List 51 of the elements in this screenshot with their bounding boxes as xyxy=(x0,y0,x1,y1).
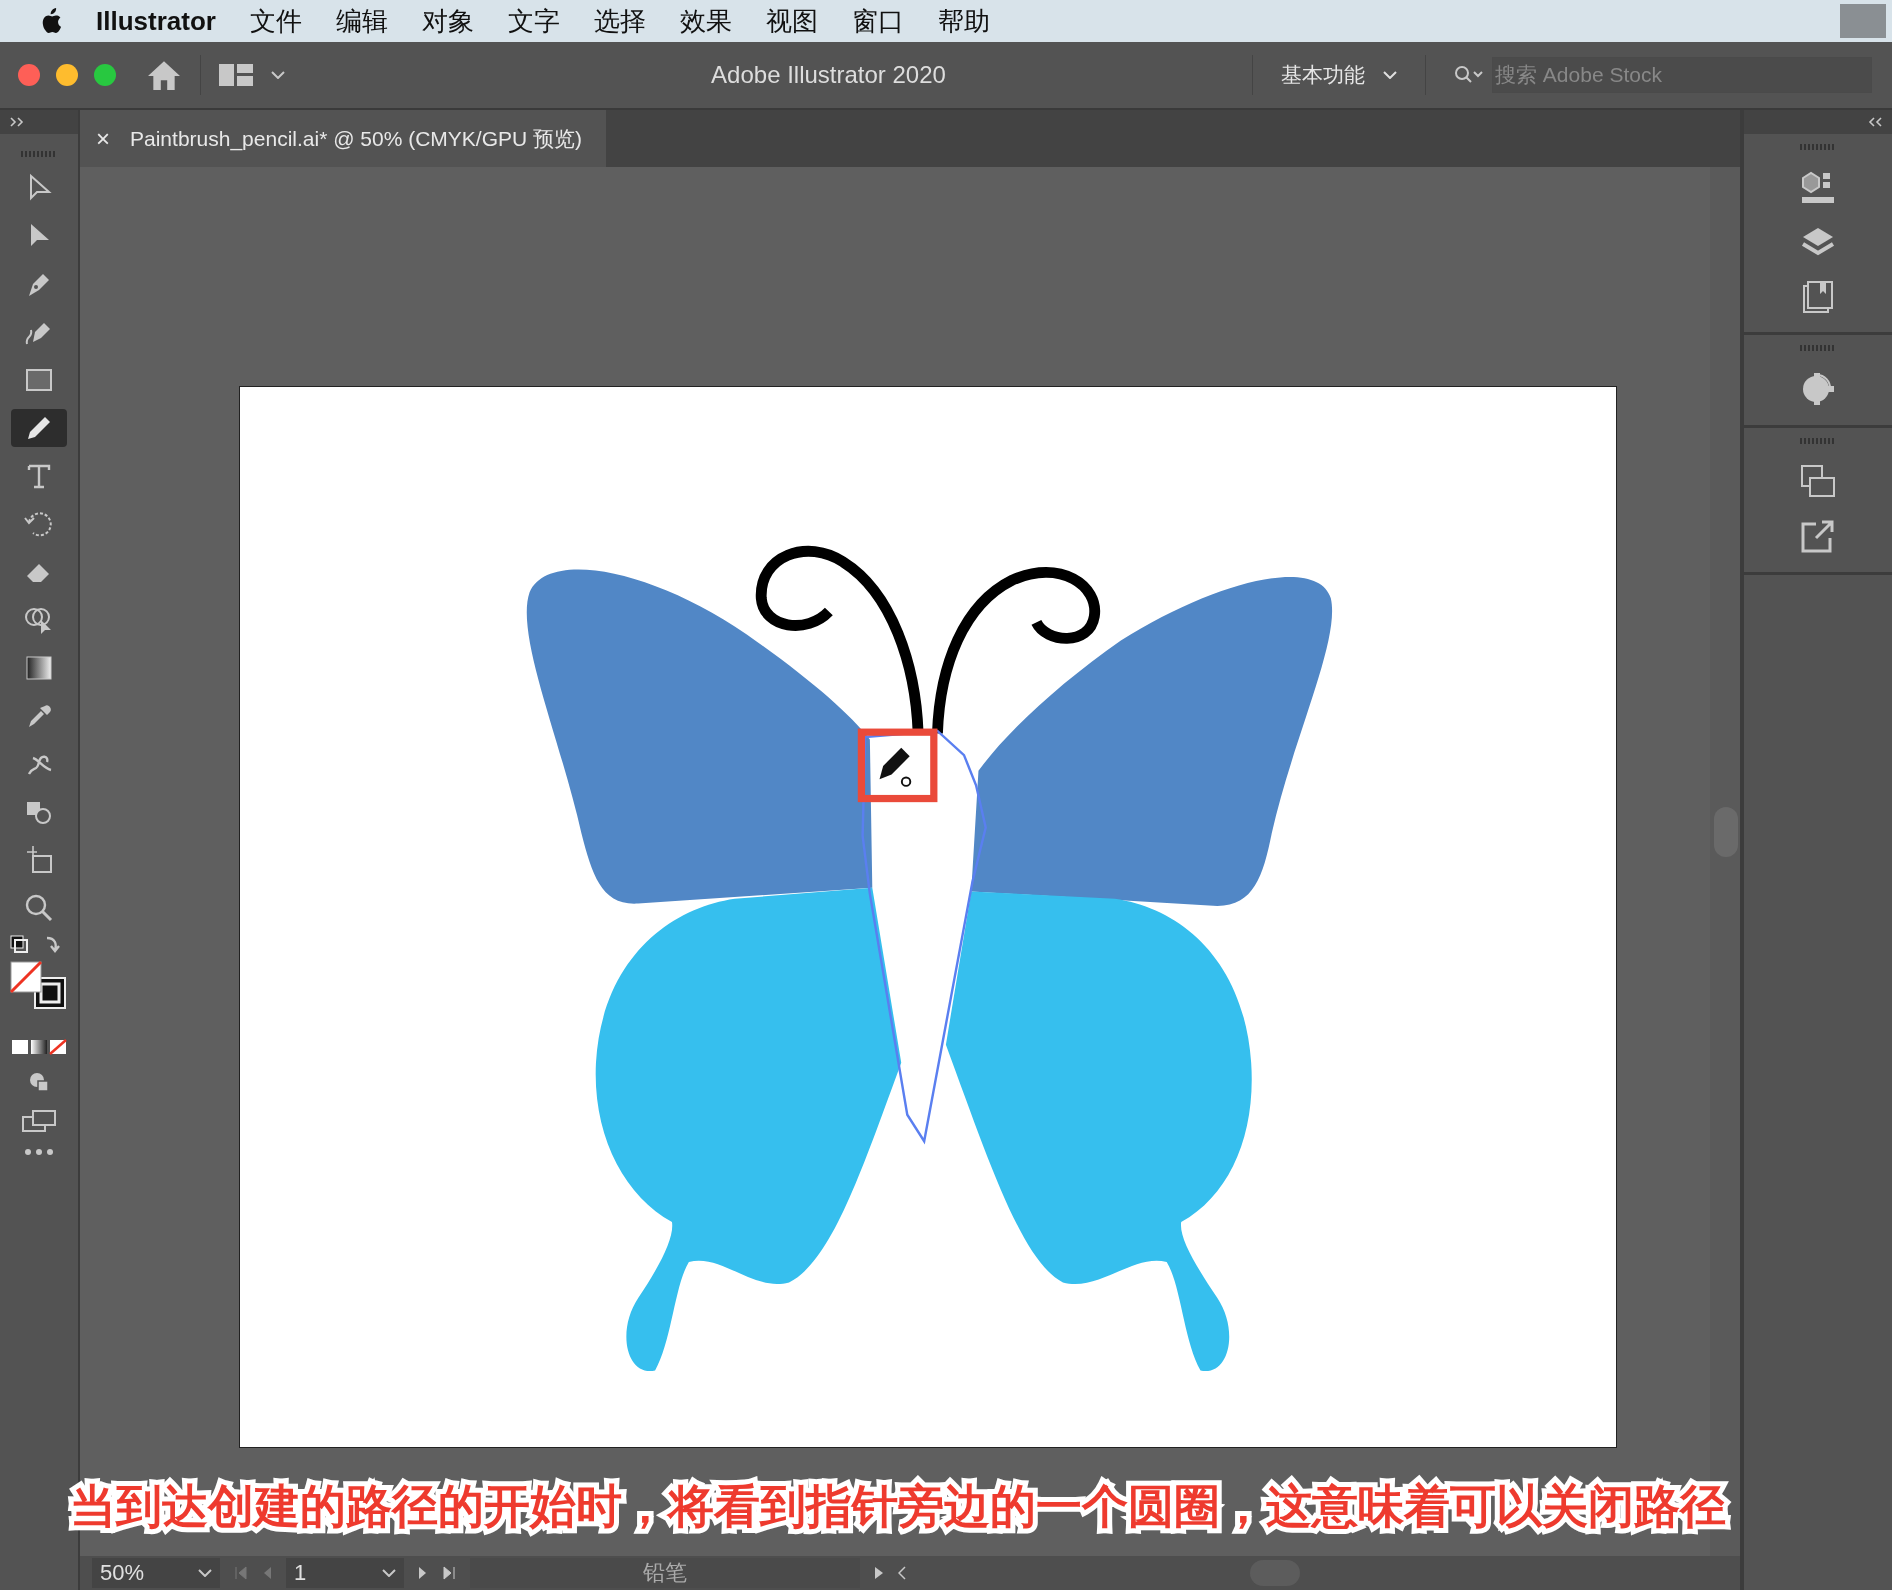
expand-panel-icon[interactable] xyxy=(10,117,24,127)
cube-library-icon[interactable] xyxy=(1800,170,1836,206)
grip-icon[interactable] xyxy=(21,151,57,157)
zoom-window-button[interactable] xyxy=(94,64,116,86)
export-icon[interactable] xyxy=(1800,518,1836,554)
current-tool-label[interactable]: 铅笔 xyxy=(470,1558,860,1588)
menu-item[interactable]: 效果 xyxy=(679,3,732,39)
menu-item[interactable]: 窗口 xyxy=(851,3,904,39)
next-page-icon[interactable] xyxy=(418,1566,428,1580)
menu-item[interactable]: 视图 xyxy=(765,3,818,39)
grip-icon[interactable] xyxy=(1800,438,1836,444)
chevron-left-icon[interactable] xyxy=(898,1566,906,1580)
grip-icon[interactable] xyxy=(1800,345,1836,351)
menu-item[interactable]: 文件 xyxy=(249,3,302,39)
screen-mode-icon[interactable] xyxy=(21,1109,57,1133)
apple-logo-icon[interactable] xyxy=(40,8,62,34)
last-page-icon[interactable] xyxy=(442,1566,456,1580)
app-menu[interactable]: Illustrator xyxy=(96,5,216,37)
document-title: Paintbrush_pencil.ai* @ 50% (CMYK/GPU 预览) xyxy=(130,125,582,153)
chevron-down-icon[interactable] xyxy=(382,1569,396,1577)
grip-icon[interactable] xyxy=(1800,144,1836,150)
draw-mode-icon[interactable] xyxy=(27,1070,51,1094)
collapse-panel-icon[interactable] xyxy=(1868,117,1882,127)
pencil-cursor-icon xyxy=(879,747,912,787)
layout-icon[interactable] xyxy=(219,64,253,86)
play-icon[interactable] xyxy=(874,1566,884,1580)
menu-item[interactable]: 文字 xyxy=(507,3,560,39)
menu-item[interactable]: 编辑 xyxy=(335,3,388,39)
page-field[interactable]: 1 xyxy=(286,1558,404,1588)
search-field[interactable]: 搜索 Adobe Stock xyxy=(1492,57,1872,93)
bookmark-pages-icon[interactable] xyxy=(1800,278,1836,314)
overlapping-squares-icon[interactable] xyxy=(1800,464,1836,500)
document-tab[interactable]: × Paintbrush_pencil.ai* @ 50% (CMYK/GPU 预览) xyxy=(80,110,606,167)
home-icon[interactable] xyxy=(146,59,182,91)
menu-item[interactable]: 对象 xyxy=(421,3,474,39)
color-mode-icon[interactable] xyxy=(11,1039,67,1055)
chevron-down-icon[interactable] xyxy=(198,1569,212,1577)
workspace-dropdown[interactable]: 基本功能 xyxy=(1271,61,1407,89)
window-title: Adobe Illustrator 2020 xyxy=(710,61,947,89)
tool-button[interactable] xyxy=(11,409,67,447)
chevron-down-icon xyxy=(1383,71,1397,79)
chevron-down-icon[interactable] xyxy=(271,71,285,79)
minimize-window-button[interactable] xyxy=(56,64,78,86)
menu-item[interactable]: 选择 xyxy=(593,3,646,39)
close-tab-button[interactable]: × xyxy=(96,124,110,153)
menu-item[interactable]: 帮助 xyxy=(937,3,990,39)
selected-path[interactable] xyxy=(861,729,987,1145)
close-window-button[interactable] xyxy=(18,64,40,86)
more-icon[interactable] xyxy=(24,1148,54,1156)
zoom-field[interactable]: 50% xyxy=(92,1558,220,1588)
zoom-icon xyxy=(23,892,55,924)
